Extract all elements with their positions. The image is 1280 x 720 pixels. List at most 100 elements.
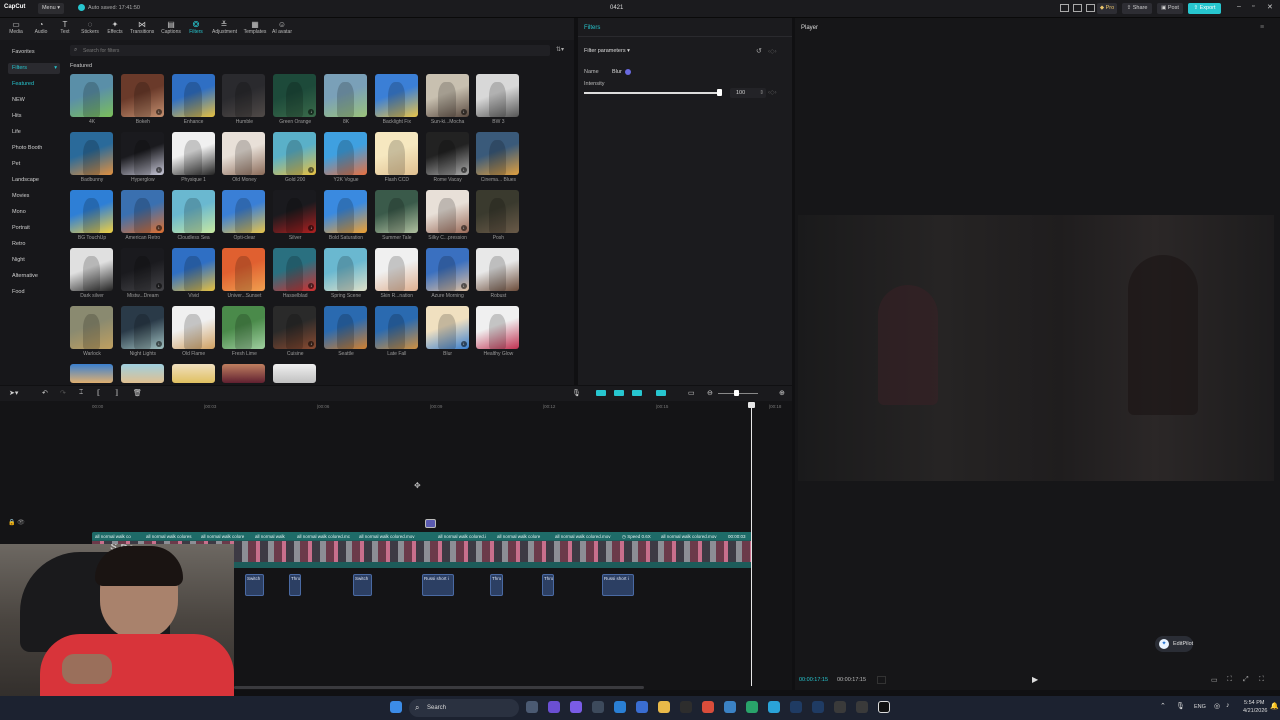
nav-life[interactable]: Life [8,127,60,138]
nav-alternative[interactable]: Alternative [8,271,60,282]
app-icon[interactable] [724,701,736,713]
app-icon[interactable] [636,701,648,713]
pro-button[interactable]: ◆ Pro [1097,3,1117,14]
sort-icon[interactable]: ⇅▾ [556,46,564,53]
nav-movies[interactable]: Movies [8,191,60,202]
download-icon[interactable]: ↓ [155,109,162,115]
filter-thumbnail[interactable] [324,132,367,175]
audio-clip[interactable]: Thro [542,574,554,596]
filter-thumbnail[interactable] [374,306,418,349]
nav-mono[interactable]: Mono [8,207,60,218]
tab-effects[interactable]: ✦ Effects [103,20,127,38]
trim-right-icon[interactable]: ⟧ [115,389,118,397]
download-icon[interactable]: ↓ [308,341,315,347]
filter-thumbnail[interactable] [70,74,113,117]
intensity-slider-handle[interactable] [717,89,722,96]
filter-thumbnail[interactable]: ↓ [425,74,469,117]
zoom-in-icon[interactable]: ⊕ [779,389,785,397]
filter-thumbnail[interactable]: ↓ [120,132,164,175]
playhead[interactable] [751,402,752,686]
filter-thumbnail[interactable]: ↓ [273,190,317,233]
nav-featured[interactable]: Featured [8,79,60,90]
chrome-icon[interactable] [702,701,714,713]
tab-audio[interactable]: ◔ Audio [29,20,53,38]
close-icon[interactable]: ✕ [1267,3,1273,11]
notification-icon[interactable]: 🔔 [1270,702,1279,710]
intensity-input[interactable]: 100 ⇕ [730,88,766,98]
undo-icon[interactable]: ↶ [42,389,48,397]
download-icon[interactable]: ↓ [155,225,162,231]
shortcut-icon[interactable] [1073,4,1082,12]
filter-thumbnail[interactable] [171,248,215,291]
filter-thumbnail[interactable]: ↓ [425,248,469,291]
telegram-icon[interactable] [768,701,780,713]
filter-thumbnail[interactable]: ↓ [120,190,164,233]
filter-thumbnail[interactable] [222,248,266,291]
photoshop-icon[interactable] [790,701,802,713]
minimize-icon[interactable]: – [1237,3,1241,10]
copilot-icon[interactable] [548,701,560,713]
nav-pet[interactable]: Pet [8,159,60,170]
tab-stickers[interactable]: ◌ Stickers [78,20,102,38]
filter-thumbnail[interactable]: ↓ [425,132,469,175]
download-icon[interactable]: ↓ [308,283,315,289]
tab-text[interactable]: T Text [53,20,77,38]
tab-ai-avatar[interactable]: ☺ AI avatar [270,20,294,38]
maximize-icon[interactable]: ▫ [1252,3,1254,10]
filter-thumbnail[interactable] [222,306,266,349]
fit-icon[interactable]: ⛶ [1227,676,1232,684]
filter-thumbnail[interactable] [324,74,367,117]
filter-thumbnail[interactable]: ↓ [273,306,317,349]
filter-thumbnail[interactable] [476,74,520,117]
download-icon[interactable]: ↓ [460,109,467,115]
download-icon[interactable]: ↓ [155,283,162,289]
download-icon[interactable]: ↓ [460,225,467,231]
filter-thumbnail[interactable] [222,132,266,175]
app-icon[interactable] [680,701,692,713]
filter-thumbnail[interactable] [70,364,113,383]
nav-night[interactable]: Night [8,255,60,266]
layout-icon[interactable] [1060,4,1069,12]
filter-parameters-heading[interactable]: Filter parameters ▾ [584,48,630,54]
redo-icon[interactable]: ↷ [60,389,66,397]
playhead-handle[interactable] [748,402,755,408]
link-icon[interactable] [614,390,624,396]
filter-thumbnail[interactable]: ↓ [273,74,317,117]
filter-thumbnail[interactable] [171,74,215,117]
nav-photo-booth[interactable]: Photo Booth [8,143,60,154]
filter-thumbnail[interactable]: ↓ [273,248,317,291]
player-menu-icon[interactable]: ≡ [1260,24,1264,31]
ratio-icon[interactable]: ▭ [688,389,695,397]
capcut-icon[interactable] [878,701,890,713]
microphone-icon[interactable]: 🎙 [1176,702,1185,710]
editpilot-badge[interactable]: ✦ EditPilot [1155,636,1193,652]
main-track-magnet-icon[interactable] [596,390,606,396]
filter-thumbnail[interactable]: ↓ [120,74,164,117]
share-button[interactable]: ⇪ Share [1122,3,1152,14]
app-icon[interactable] [834,701,846,713]
teams-icon[interactable] [570,701,582,713]
clock-date[interactable]: 4/21/2026 [1243,708,1267,714]
filter-thumbnail[interactable] [374,74,418,117]
nav-food[interactable]: Food [8,287,60,298]
nav-hits[interactable]: Hits [8,111,60,122]
filter-thumbnail[interactable] [476,248,520,291]
task-view-icon[interactable] [526,701,538,713]
edge-icon[interactable] [614,701,626,713]
filter-thumbnail[interactable] [70,248,113,291]
fullscreen-icon[interactable]: ⤢ [1243,676,1249,684]
nav-landscape[interactable]: Landscape [8,175,60,186]
tab-templates[interactable]: ▦ Templates [243,20,267,38]
tab-captions[interactable]: ▤ Captions [159,20,183,38]
timeline-scrollbar[interactable] [234,686,644,689]
track-lock-icon[interactable]: 🔒 👁 [8,519,25,526]
keyframe-icon[interactable]: ‹◇› [768,48,777,55]
select-tool-icon[interactable]: ➤▾ [9,389,18,397]
volume-icon[interactable]: ♪ [1226,702,1230,709]
filter-thumbnail[interactable] [222,74,266,117]
menu-button[interactable]: Menu ▾ [38,3,64,14]
filter-thumbnail[interactable]: ↓ [273,132,317,175]
microphone-icon[interactable]: 🎙 [572,389,581,397]
filter-thumbnail[interactable] [476,306,520,349]
download-icon[interactable]: ↓ [308,109,315,115]
